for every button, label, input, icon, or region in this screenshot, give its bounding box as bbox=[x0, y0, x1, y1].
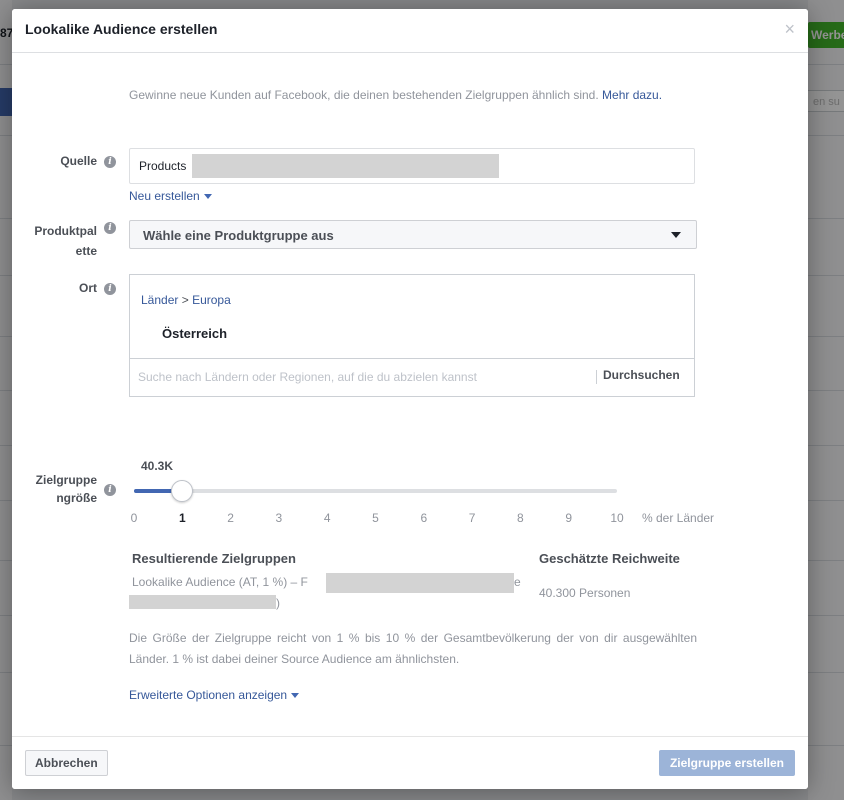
info-icon[interactable]: i bbox=[104, 484, 116, 496]
slider-tick-label: 7 bbox=[468, 511, 476, 525]
source-input[interactable]: Products bbox=[129, 148, 695, 184]
browse-button[interactable]: Durchsuchen bbox=[603, 368, 680, 382]
audience-size-note: Die Größe der Zielgruppe reicht von 1 % … bbox=[129, 631, 697, 666]
info-icon[interactable]: i bbox=[104, 222, 116, 234]
slider-tick-label: 10 bbox=[610, 511, 624, 525]
slider-tick-label: 3 bbox=[275, 511, 283, 525]
audience-size-slider-handle[interactable] bbox=[171, 480, 194, 502]
dialog-title: Lookalike Audience erstellen bbox=[25, 21, 218, 37]
new-create-dropdown[interactable]: Neu erstellen bbox=[129, 189, 212, 203]
product-catalog-label-line2: ette bbox=[75, 244, 97, 258]
location-selector: Länder > Europa Österreich Suche nach Lä… bbox=[129, 274, 695, 397]
slider-tick-label: 9 bbox=[565, 511, 573, 525]
location-label: Ort bbox=[79, 281, 97, 295]
info-icon[interactable]: i bbox=[104, 283, 116, 295]
divider bbox=[596, 370, 597, 384]
product-set-select[interactable]: Wähle eine Produktgruppe aus bbox=[129, 220, 697, 249]
resulting-audiences-heading: Resultierende Zielgruppen bbox=[132, 551, 296, 566]
product-catalog-label-line1: Produktpal bbox=[34, 224, 97, 238]
dialog-header: Lookalike Audience erstellen × bbox=[12, 9, 808, 53]
lookalike-audience-dialog: Lookalike Audience erstellen × Gewinne n… bbox=[12, 9, 808, 789]
resulting-audience-name: Lookalike Audience (AT, 1 %) – F bbox=[132, 575, 308, 589]
source-label: Quelle bbox=[60, 154, 97, 168]
audience-size-slider-track[interactable] bbox=[134, 489, 617, 493]
slider-tick-label: 4 bbox=[323, 511, 331, 525]
dialog-footer: Abbrechen Zielgruppe erstellen bbox=[12, 736, 808, 789]
info-icon[interactable]: i bbox=[104, 156, 116, 168]
intro-description: Gewinne neue Kunden auf Facebook, die de… bbox=[129, 88, 599, 102]
product-catalog-label: Produktpal ette bbox=[12, 222, 97, 262]
chevron-down-icon bbox=[203, 194, 212, 200]
divider bbox=[130, 358, 694, 359]
source-value: Products bbox=[139, 159, 187, 173]
estimated-audience-size: 40.3K bbox=[141, 459, 174, 473]
advanced-options-toggle[interactable]: Erweiterte Optionen anzeigen bbox=[129, 688, 300, 702]
slider-tick-label: 5 bbox=[372, 511, 379, 525]
selected-country[interactable]: Österreich bbox=[162, 326, 227, 341]
intro-text: Gewinne neue Kunden auf Facebook, die de… bbox=[129, 85, 697, 105]
advanced-options-label: Erweiterte Optionen anzeigen bbox=[129, 688, 288, 702]
close-icon[interactable]: × bbox=[784, 20, 795, 38]
learn-more-link[interactable]: Mehr dazu. bbox=[602, 88, 662, 102]
breadcrumb-europe[interactable]: Europa bbox=[192, 293, 231, 307]
audience-size-label-line1: Zielgruppe bbox=[35, 473, 97, 487]
slider-unit-label: % der Länder bbox=[642, 511, 715, 525]
audience-size-label-line2: ngröße bbox=[56, 491, 97, 505]
breadcrumb-countries[interactable]: Länder bbox=[141, 293, 178, 307]
resulting-audience-name-tail: ) bbox=[276, 596, 280, 610]
create-audience-button[interactable]: Zielgruppe erstellen bbox=[658, 750, 795, 776]
resulting-audience-name-tail: e bbox=[514, 575, 521, 589]
new-create-label: Neu erstellen bbox=[129, 189, 200, 203]
caret-down-icon bbox=[671, 232, 681, 238]
location-breadcrumb: Länder > Europa bbox=[141, 293, 231, 307]
estimated-reach-value: 40.300 Personen bbox=[539, 586, 631, 600]
product-set-placeholder: Wähle eine Produktgruppe aus bbox=[143, 228, 334, 243]
slider-tick-label: 6 bbox=[420, 511, 428, 525]
slider-tick-label: 0 bbox=[130, 511, 138, 525]
cancel-button[interactable]: Abbrechen bbox=[25, 750, 108, 776]
slider-tick-label: 1 bbox=[178, 511, 186, 525]
slider-tick-label: 2 bbox=[227, 511, 234, 525]
estimated-reach-heading: Geschätzte Reichweite bbox=[539, 551, 680, 566]
redacted-audience-name bbox=[129, 595, 276, 609]
redacted-audience-name bbox=[326, 573, 514, 593]
redacted-source-name bbox=[192, 154, 499, 178]
audience-size-label: Zielgruppe ngröße bbox=[12, 471, 97, 507]
chevron-down-icon bbox=[291, 693, 300, 699]
breadcrumb-separator: > bbox=[181, 293, 189, 307]
location-search-input[interactable]: Suche nach Ländern oder Regionen, auf di… bbox=[138, 370, 477, 384]
slider-tick-label: 8 bbox=[517, 511, 524, 525]
